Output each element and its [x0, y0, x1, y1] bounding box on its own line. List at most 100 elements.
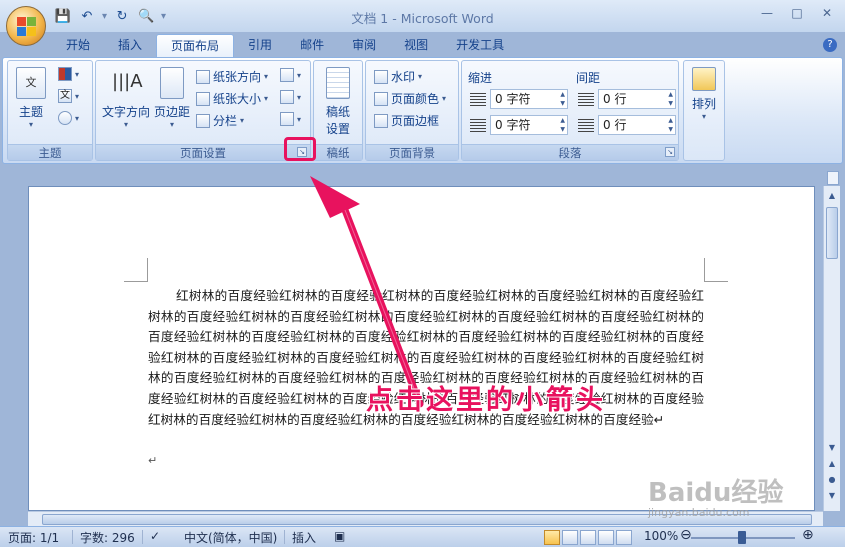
page-borders-button[interactable]: 页面边框 — [374, 112, 439, 129]
orientation-button[interactable]: 纸张方向 ▾ — [196, 68, 268, 85]
close-button[interactable]: ✕ — [815, 4, 839, 22]
minimize-button[interactable]: — — [755, 4, 779, 22]
ribbon: 文 主题 ▾ ▾ 文 ▾ ▾ 主题 |||A 文字方向 ▾ 页边距 ▾ 纸张方向 ▾ — [2, 57, 843, 164]
outline-view-button[interactable] — [598, 530, 614, 545]
line-numbers-button[interactable]: ▾ — [280, 90, 301, 104]
group-manuscript: 稿纸 设置 稿纸 — [313, 60, 363, 161]
page-color-button[interactable]: 页面颜色 ▾ — [374, 90, 446, 107]
themes-button[interactable]: 文 主题 ▾ — [14, 67, 48, 129]
tab-developer[interactable]: 开发工具 — [442, 34, 518, 58]
help-icon[interactable]: ? — [823, 38, 837, 52]
group-label-page-background: 页面背景 — [366, 144, 458, 160]
tab-page-layout[interactable]: 页面布局 — [156, 34, 235, 58]
language-indicator[interactable]: 中文(简体，中国) — [184, 529, 277, 546]
window-title: 文档 1 - Microsoft Word — [351, 11, 494, 26]
tab-mailings[interactable]: 邮件 — [286, 34, 338, 58]
status-divider — [142, 530, 143, 544]
vertical-scroll-thumb[interactable] — [826, 207, 838, 259]
chevron-down-icon: ▾ — [169, 120, 174, 129]
indent-right-icon — [470, 119, 486, 133]
scroll-down-icon[interactable]: ▼ — [826, 442, 838, 454]
tab-home[interactable]: 开始 — [52, 34, 104, 58]
tab-insert[interactable]: 插入 — [104, 34, 156, 58]
spacing-after-input[interactable]: 0 行 ▲ ▼ — [598, 115, 676, 135]
next-page-icon[interactable]: ▼ — [826, 490, 838, 502]
spacing-before-icon — [578, 93, 594, 107]
margin-corner-mark — [704, 258, 728, 282]
group-label-page-setup: 页面设置 — [96, 144, 310, 160]
dialog-launcher-highlight — [284, 137, 316, 161]
full-screen-reading-view-button[interactable] — [562, 530, 578, 545]
indent-left-input[interactable]: 0 字符 ▲ ▼ — [490, 89, 568, 109]
theme-colors-button[interactable]: ▾ — [58, 67, 79, 81]
status-bar: 页面: 1/1 字数: 296 ✓ 中文(简体，中国) 插入 ▣ 100% ⊖ … — [0, 526, 845, 547]
text-direction-button[interactable]: |||A 文字方向 ▾ — [100, 67, 152, 129]
macro-record-icon[interactable]: ▣ — [334, 529, 345, 543]
theme-colors-icon — [58, 67, 72, 81]
office-button[interactable] — [6, 6, 46, 46]
zoom-out-icon[interactable]: ⊖ — [680, 527, 692, 543]
indent-left-icon — [470, 93, 486, 107]
paragraph-mark: ↵ — [148, 454, 158, 467]
chevron-down-icon: ▾ — [701, 112, 706, 121]
previous-page-icon[interactable]: ▲ — [826, 458, 838, 470]
group-label-manuscript: 稿纸 — [314, 144, 362, 160]
watermark-button[interactable]: 水印 ▾ — [374, 68, 422, 85]
paragraph-dialog-launcher-icon[interactable]: ↘ — [665, 147, 675, 157]
ruler-toggle-icon[interactable] — [827, 171, 839, 185]
margins-icon — [160, 67, 184, 99]
group-page-background: 水印 ▾ 页面颜色 ▾ 页面边框 页面背景 — [365, 60, 459, 161]
watermark-icon — [374, 69, 388, 84]
zoom-in-icon[interactable]: ⊕ — [802, 527, 814, 543]
spacing-after-icon — [578, 119, 594, 133]
select-browse-object-icon[interactable]: ● — [826, 474, 838, 486]
theme-fonts-button[interactable]: 文 ▾ — [58, 89, 79, 103]
restore-button[interactable]: □ — [785, 4, 809, 22]
margin-corner-mark — [124, 258, 148, 282]
arrange-icon — [692, 67, 716, 91]
annotation-text: 点击这里的小箭头 — [366, 385, 606, 416]
spacing-before-input[interactable]: 0 行 ▲ ▼ — [598, 89, 676, 109]
tab-review[interactable]: 审阅 — [338, 34, 390, 58]
margins-button[interactable]: 页边距 ▾ — [152, 67, 192, 129]
size-button[interactable]: 纸张大小 ▾ — [196, 90, 268, 107]
print-layout-view-button[interactable] — [544, 530, 560, 545]
ribbon-tabs: 开始 插入 页面布局 引用 邮件 审阅 视图 开发工具 — [52, 34, 518, 58]
vertical-scrollbar[interactable]: ▲ ▼ ▲ ● ▼ — [823, 186, 840, 511]
group-label-themes: 主题 — [8, 144, 92, 160]
columns-icon — [196, 113, 210, 128]
office-logo-icon — [17, 17, 37, 37]
tab-references[interactable]: 引用 — [234, 34, 286, 58]
baidu-logo-watermark: Baidu经验 — [648, 478, 784, 508]
hyphenation-icon — [280, 112, 294, 126]
line-numbers-icon — [280, 90, 294, 104]
word-count[interactable]: 字数: 296 — [80, 529, 135, 546]
theme-fonts-icon: 文 — [58, 89, 72, 103]
manuscript-settings-button[interactable]: 稿纸 设置 — [318, 67, 358, 137]
web-layout-view-button[interactable] — [580, 530, 596, 545]
arrange-button[interactable]: 排列 ▾ — [686, 67, 722, 121]
theme-effects-icon — [58, 111, 72, 125]
hyphenation-button[interactable]: ▾ — [280, 112, 301, 126]
indent-title: 缩进 — [468, 71, 493, 85]
scroll-up-icon[interactable]: ▲ — [826, 190, 838, 202]
title-bar: 💾 ↶ ▾ ↻ 🔍 ▾ 文档 1 - Microsoft Word — □ ✕ — [0, 0, 845, 32]
insert-mode[interactable]: 插入 — [292, 529, 316, 546]
columns-button[interactable]: 分栏 ▾ — [196, 112, 244, 129]
zoom-level[interactable]: 100% — [644, 529, 678, 543]
tab-view[interactable]: 视图 — [390, 34, 442, 58]
group-label-paragraph: 段落 — [462, 144, 678, 160]
draft-view-button[interactable] — [616, 530, 632, 545]
page-color-icon — [374, 91, 388, 106]
zoom-slider-thumb[interactable] — [738, 531, 746, 544]
proofing-icon[interactable]: ✓ — [150, 529, 160, 543]
spacing-title: 间距 — [576, 71, 601, 85]
window-controls: — □ ✕ — [755, 4, 839, 22]
page-count[interactable]: 页面: 1/1 — [8, 529, 59, 546]
chevron-down-icon: ▾ — [123, 120, 128, 129]
orientation-icon — [196, 69, 210, 84]
page-size-icon — [196, 91, 210, 106]
breaks-button[interactable]: ▾ — [280, 68, 301, 82]
indent-right-input[interactable]: 0 字符 ▲ ▼ — [490, 115, 568, 135]
theme-effects-button[interactable]: ▾ — [58, 111, 79, 125]
